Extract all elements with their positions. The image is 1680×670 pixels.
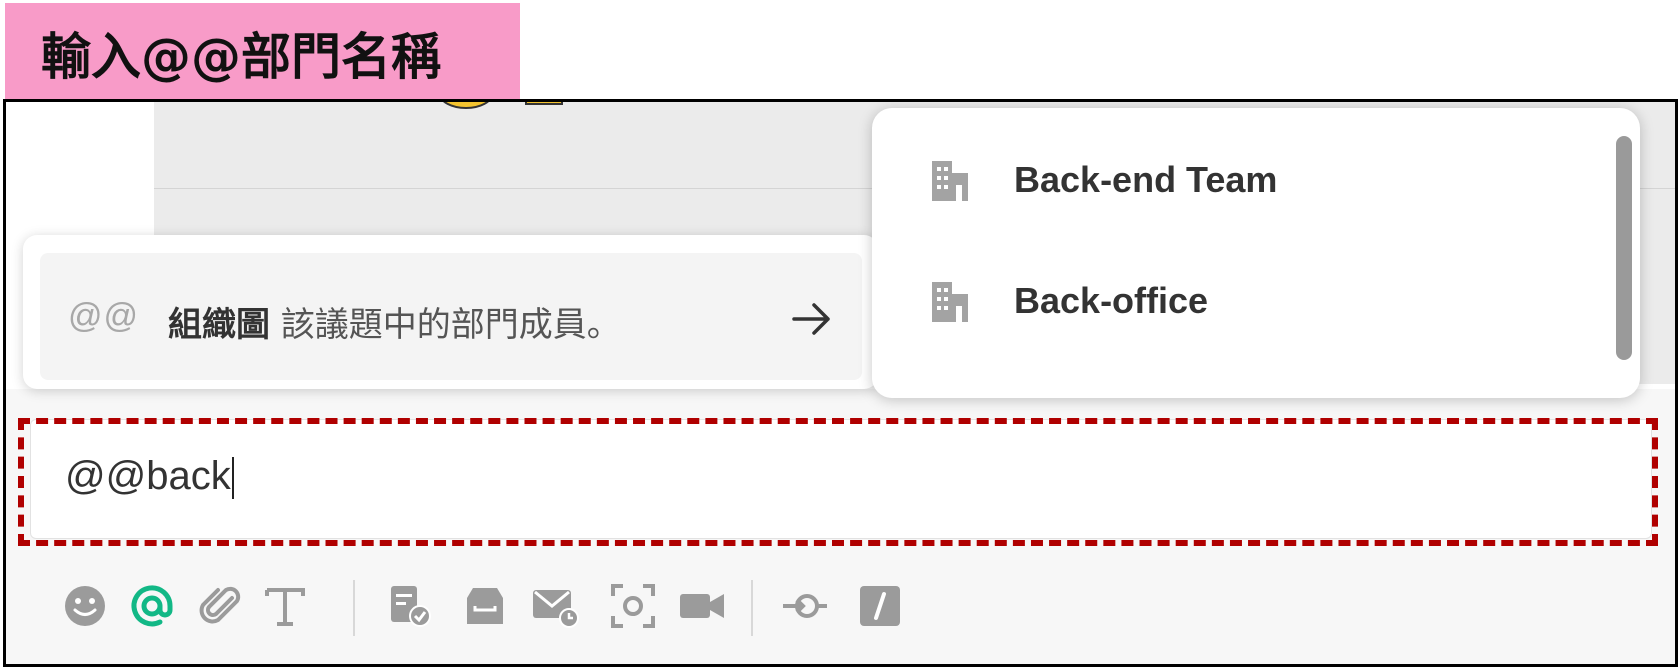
chat-window: @@ 組織圖 該議題中的部門成員。 Back-end Team Back-off… — [3, 99, 1678, 667]
mention-hint-card: @@ 組織圖 該議題中的部門成員。 — [23, 235, 878, 389]
mention-icon[interactable] — [128, 582, 176, 630]
hint-prefix: @@ — [68, 297, 140, 335]
banner-text: 輸入@@部門名稱 — [41, 28, 441, 86]
toolbar-separator — [751, 580, 753, 636]
mention-suggestion-popup: Back-end Team Back-office — [872, 108, 1640, 398]
sticker-image — [443, 102, 563, 109]
video-icon[interactable] — [678, 582, 726, 630]
attachment-icon[interactable] — [196, 582, 244, 630]
integration-icon[interactable] — [781, 582, 829, 630]
text-caret — [231, 457, 234, 500]
message-input-text[interactable]: @@back — [65, 454, 234, 500]
hint-text-rest: 該議題中的部門成員。 — [270, 305, 621, 345]
suggestion-label: Back-end Team — [1014, 159, 1278, 200]
suggestion-item-back-end-team[interactable]: Back-end Team — [928, 150, 1277, 210]
hint-text: 組織圖 該議題中的部門成員。 — [168, 297, 621, 346]
input-value: @@back — [65, 454, 231, 498]
task-icon[interactable] — [386, 582, 434, 630]
mail-icon[interactable] — [531, 582, 579, 630]
archive-icon[interactable] — [461, 582, 509, 630]
arrow-right-icon[interactable] — [790, 299, 834, 339]
suggestion-label: Back-office — [1014, 280, 1209, 321]
hint-text-bold: 組織圖 — [168, 305, 270, 345]
suggestion-item-back-office[interactable]: Back-office — [928, 271, 1208, 331]
building-icon — [932, 161, 968, 201]
toolbar-separator — [353, 580, 355, 636]
message-input[interactable]: @@back — [30, 419, 1652, 539]
screenshot-icon[interactable] — [609, 582, 657, 630]
popup-scrollbar[interactable] — [1616, 136, 1632, 360]
mention-hint[interactable]: @@ 組織圖 該議題中的部門成員。 — [40, 253, 862, 380]
annotation-banner: 輸入@@部門名稱 — [5, 3, 520, 103]
slash-command-icon[interactable] — [856, 582, 904, 630]
building-icon — [932, 282, 968, 322]
emoji-icon[interactable] — [61, 582, 109, 630]
text-format-icon[interactable] — [261, 582, 309, 630]
